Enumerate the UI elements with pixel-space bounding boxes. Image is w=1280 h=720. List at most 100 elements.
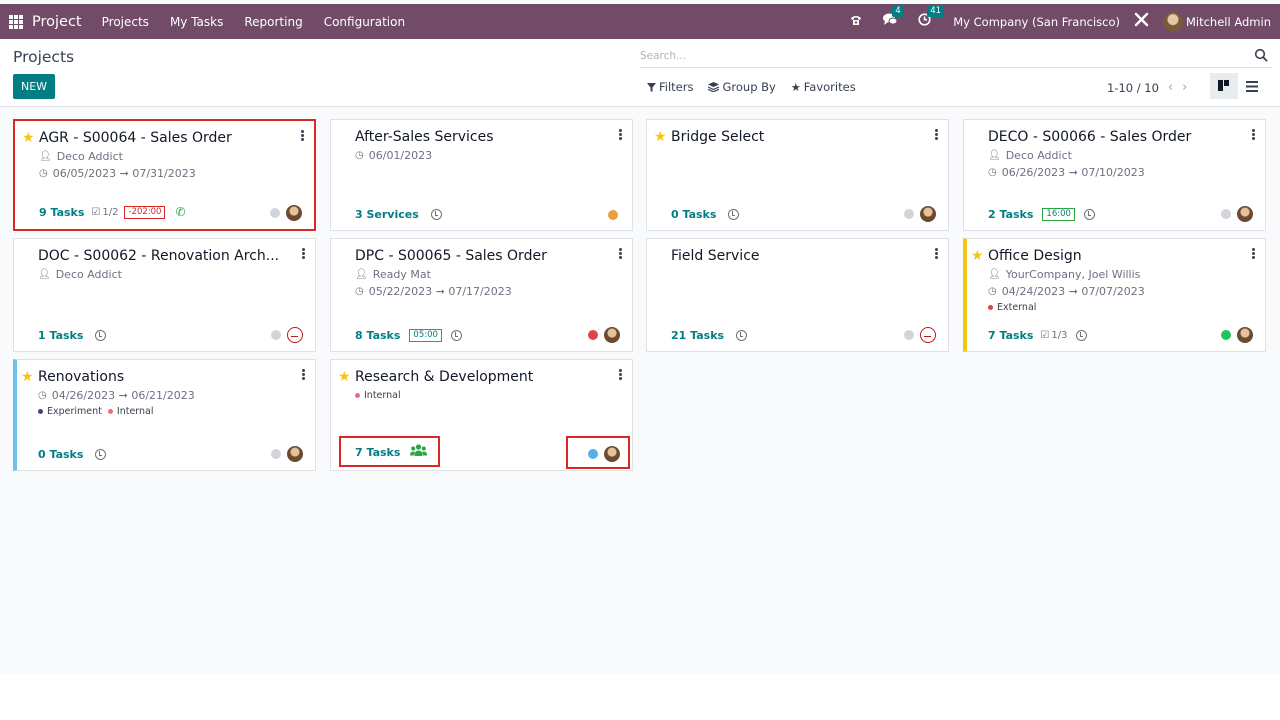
project-name: DPC - S00065 - Sales Order xyxy=(355,248,547,264)
card-menu-icon[interactable] xyxy=(935,129,938,140)
favorite-star-icon[interactable]: ★ xyxy=(338,369,351,385)
card-footer: 8 Tasks 05:00 xyxy=(355,329,462,342)
project-manager-avatar[interactable] xyxy=(1237,206,1253,222)
messages-badge: 4 xyxy=(892,6,904,17)
menu-my-tasks[interactable]: My Tasks xyxy=(170,15,223,29)
status-dot[interactable] xyxy=(904,330,914,340)
pager-value[interactable]: 1-10 / 10 xyxy=(1107,81,1159,95)
project-card[interactable]: Field Service 21 Tasks xyxy=(646,238,949,352)
app-name[interactable]: Project xyxy=(32,14,82,30)
project-card[interactable]: DECO - S00066 - Sales Order 👤︎ Deco Addi… xyxy=(963,119,1266,231)
user-icon: 👤︎ xyxy=(39,151,52,162)
customer-line: 👤︎ Deco Addict xyxy=(38,268,122,281)
favorite-star-icon[interactable]: ★ xyxy=(21,369,34,385)
menu-projects[interactable]: Projects xyxy=(102,15,149,29)
favorite-star-icon[interactable]: ★ xyxy=(22,130,35,146)
favorite-star-icon[interactable]: ★ xyxy=(971,248,984,264)
menu-reporting[interactable]: Reporting xyxy=(244,15,302,29)
activity-clock-icon[interactable] xyxy=(450,330,462,341)
card-menu-icon[interactable] xyxy=(302,248,305,259)
project-card[interactable]: ★ Renovations ◷ 04/26/2023 ➞ 06/21/2023 … xyxy=(13,359,316,471)
pager-previous-icon[interactable]: ‹ xyxy=(1168,80,1173,95)
project-card[interactable]: After-Sales Services ◷ 06/01/2023 3 Serv… xyxy=(330,119,633,231)
milestones-icon: ☑ xyxy=(1040,330,1050,341)
company-switcher[interactable]: My Company (San Francisco) xyxy=(953,15,1120,29)
favorites-button[interactable]: ★ Favorites xyxy=(791,80,856,94)
project-card[interactable]: ★ Office Design 👤︎ YourCompany, Joel Wil… xyxy=(963,238,1266,352)
filters-button[interactable]: Filters xyxy=(647,80,693,94)
search-icon[interactable] xyxy=(1254,48,1268,62)
tasks-count-link[interactable]: 9 Tasks xyxy=(39,206,84,219)
messages-icon[interactable]: 4 xyxy=(883,6,904,30)
project-manager-avatar[interactable] xyxy=(287,446,303,462)
status-dot[interactable] xyxy=(271,330,281,340)
project-manager-avatar[interactable] xyxy=(604,327,620,343)
activity-clock-icon[interactable] xyxy=(728,209,740,220)
activity-clock-icon[interactable] xyxy=(430,209,442,220)
search-bar xyxy=(640,46,1272,68)
card-menu-icon[interactable] xyxy=(302,369,305,380)
activity-clock-icon[interactable] xyxy=(1076,330,1088,341)
activity-clock-icon[interactable] xyxy=(736,330,748,341)
services-count-link[interactable]: 3 Services xyxy=(355,208,419,221)
project-name: DOC - S00062 - Renovation Arch... xyxy=(38,248,280,264)
apps-menu-icon[interactable] xyxy=(9,14,23,29)
card-menu-icon[interactable] xyxy=(619,248,622,259)
card-menu-icon[interactable] xyxy=(1252,129,1255,140)
activities-clock-icon[interactable]: 41 xyxy=(918,6,945,30)
date-range: 04/26/2023 ➞ 06/21/2023 xyxy=(51,389,195,402)
kanban-view-icon[interactable] xyxy=(1210,73,1238,99)
card-menu-icon[interactable] xyxy=(619,129,622,140)
user-avatar[interactable] xyxy=(1162,11,1183,32)
project-manager-avatar[interactable] xyxy=(286,205,302,221)
unassigned-avatar-icon[interactable] xyxy=(287,327,303,343)
user-menu[interactable]: Mitchell Admin xyxy=(1186,15,1271,29)
project-card[interactable]: DPC - S00065 - Sales Order 👤︎ Ready Mat … xyxy=(330,238,633,352)
tasks-count-link[interactable]: 0 Tasks xyxy=(38,448,83,461)
status-dot[interactable] xyxy=(271,449,281,459)
tasks-count-link[interactable]: 8 Tasks xyxy=(355,329,400,342)
status-dot[interactable] xyxy=(608,210,618,220)
project-manager-avatar[interactable] xyxy=(1237,327,1253,343)
activity-clock-icon[interactable] xyxy=(95,449,107,460)
milestones-value: 1/2 xyxy=(102,206,119,218)
clock-icon: ◷ xyxy=(38,390,47,401)
project-manager-avatar[interactable] xyxy=(920,206,936,222)
card-menu-icon[interactable] xyxy=(301,130,304,141)
group-by-button[interactable]: Group By xyxy=(708,80,776,94)
activity-clock-icon[interactable] xyxy=(1083,209,1095,220)
phone-icon[interactable] xyxy=(849,13,863,31)
status-dot[interactable] xyxy=(588,330,598,340)
tasks-count-link[interactable]: 7 Tasks xyxy=(988,329,1033,342)
search-input[interactable] xyxy=(640,46,1240,66)
card-menu-icon[interactable] xyxy=(1252,248,1255,259)
card-menu-icon[interactable] xyxy=(619,369,622,380)
card-menu-icon[interactable] xyxy=(935,248,938,259)
project-card[interactable]: ★ AGR - S00064 - Sales Order 👤︎ Deco Add… xyxy=(13,119,316,231)
card-footer: 2 Tasks 16:00 xyxy=(988,208,1095,221)
debug-tools-icon[interactable] xyxy=(1134,12,1149,31)
tasks-count-link[interactable]: 2 Tasks xyxy=(988,208,1033,221)
tasks-count-link[interactable]: 21 Tasks xyxy=(671,329,724,342)
unassigned-avatar-icon[interactable] xyxy=(920,327,936,343)
status-dot[interactable] xyxy=(1221,209,1231,219)
pager-next-icon[interactable]: › xyxy=(1182,80,1187,95)
status-dot[interactable] xyxy=(270,208,280,218)
tasks-count-link[interactable]: 0 Tasks xyxy=(671,208,716,221)
star-icon: ★ xyxy=(790,80,801,94)
favorites-label: Favorites xyxy=(803,80,856,94)
new-button[interactable]: NEW xyxy=(13,74,55,99)
phone-activity-icon[interactable]: ✆ xyxy=(175,205,185,219)
project-card[interactable]: ★ Bridge Select 0 Tasks xyxy=(646,119,949,231)
status-dot[interactable] xyxy=(1221,330,1231,340)
user-icon: 👤︎ xyxy=(988,150,1001,161)
status-dot[interactable] xyxy=(904,209,914,219)
tasks-count-link[interactable]: 1 Tasks xyxy=(38,329,83,342)
project-card[interactable]: DOC - S00062 - Renovation Arch... 👤︎ Dec… xyxy=(13,238,316,352)
menu-configuration[interactable]: Configuration xyxy=(324,15,405,29)
tag-label: External xyxy=(997,302,1037,313)
list-view-icon[interactable] xyxy=(1238,73,1266,99)
activity-clock-icon[interactable] xyxy=(95,330,107,341)
favorite-star-icon[interactable]: ★ xyxy=(654,129,667,145)
card-right-footer xyxy=(1221,206,1253,222)
